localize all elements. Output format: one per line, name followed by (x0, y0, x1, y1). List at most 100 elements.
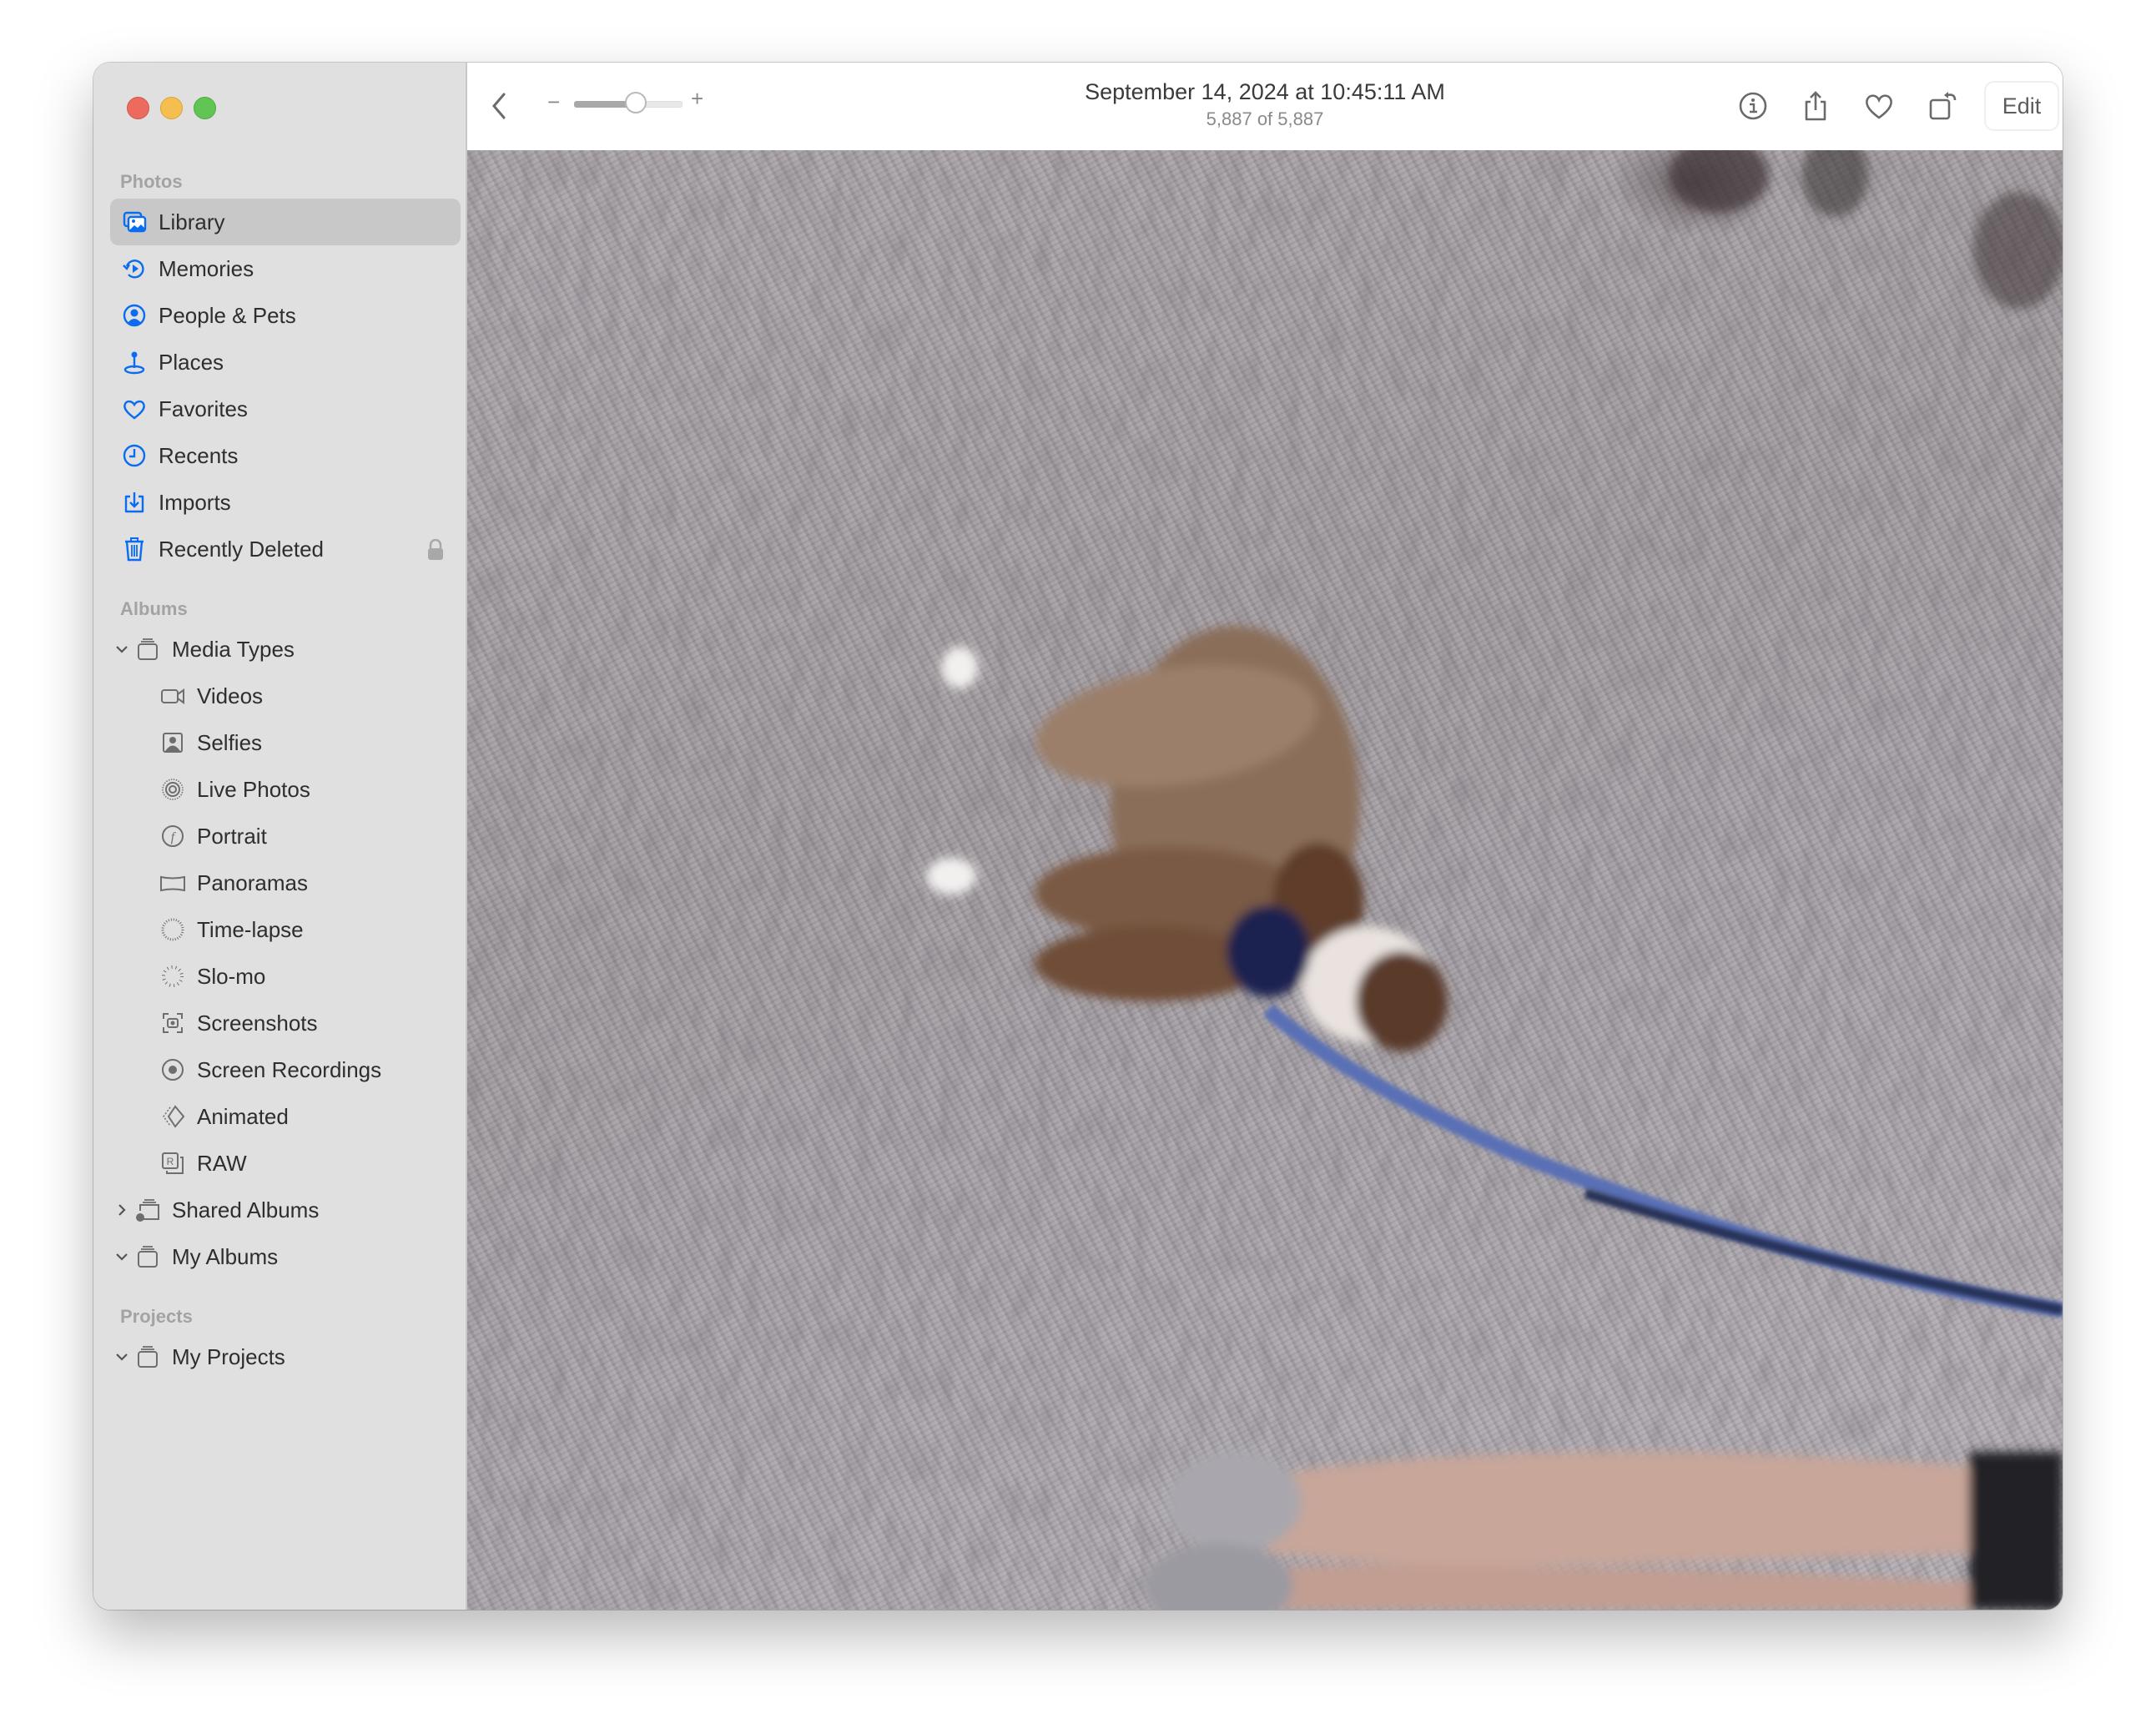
zoom-out-button[interactable]: − (547, 89, 560, 115)
sidebar-item-label: Places (159, 349, 224, 375)
info-icon (1739, 92, 1767, 120)
sidebar-item-label: Portrait (197, 823, 267, 849)
photo-viewer[interactable] (467, 150, 2063, 1610)
slomo-icon (159, 962, 187, 990)
chevron-left-icon (492, 93, 506, 119)
sidebar-item-my-projects[interactable]: My Projects (110, 1333, 451, 1380)
sidebar-item-label: Media Types (172, 636, 295, 662)
sidebar-item-shared-albums[interactable]: Shared Albums (110, 1187, 451, 1233)
sidebar-item-media-types[interactable]: Media Types (110, 626, 451, 673)
sidebar-item-label: Shared Albums (172, 1197, 320, 1222)
zoom-slider-thumb[interactable] (625, 92, 647, 113)
sidebar-item-animated[interactable]: Animated (110, 1093, 499, 1140)
sidebar-item-label: Animated (197, 1103, 289, 1129)
svg-text:f: f (171, 830, 177, 844)
sidebar-item-label: My Projects (172, 1343, 285, 1369)
portrait-f-icon: f (159, 822, 187, 850)
timelapse-icon (159, 915, 187, 944)
zoom-slider[interactable] (574, 92, 683, 113)
trash-icon (120, 535, 149, 563)
panorama-icon (159, 869, 187, 897)
memories-icon (120, 255, 149, 283)
person-legs (1143, 1452, 2063, 1610)
section-header-projects: Projects (120, 1306, 193, 1327)
info-button[interactable] (1735, 88, 1771, 124)
rotate-icon (1929, 92, 1957, 120)
sidebar-item-label: RAW (197, 1150, 247, 1176)
minimize-window-button[interactable] (160, 97, 183, 119)
sidebar-item-people-pets[interactable]: People & Pets (110, 292, 461, 339)
album-stack-icon (133, 1243, 162, 1271)
sidebar-item-label: Live Photos (197, 776, 310, 802)
video-camera-icon (159, 682, 187, 710)
sidebar-item-label: My Albums (172, 1243, 279, 1269)
animated-icon (159, 1102, 187, 1131)
rotate-button[interactable] (1925, 88, 1962, 124)
sidebar-item-label: Screen Recordings (197, 1056, 382, 1082)
heart-icon (120, 395, 149, 423)
share-icon (1805, 91, 1826, 121)
back-button[interactable] (486, 89, 512, 123)
people-icon (120, 301, 149, 330)
sidebar-item-time-lapse[interactable]: Time-lapse (110, 906, 499, 953)
chevron-down-icon[interactable] (110, 644, 133, 654)
lock-icon (427, 538, 444, 567)
zoom-in-button[interactable]: + (691, 86, 703, 112)
chevron-down-icon[interactable] (110, 1352, 133, 1362)
section-header-albums: Albums (120, 598, 188, 619)
sidebar-item-label: Memories (159, 255, 254, 281)
sidebar-item-slo-mo[interactable]: Slo-mo (110, 953, 499, 1000)
sidebar-item-places[interactable]: Places (110, 339, 461, 386)
sidebar-item-label: Slo-mo (197, 963, 266, 989)
sidebar-item-label: Favorites (159, 396, 248, 421)
album-stack-icon (133, 635, 162, 663)
sidebar-item-live-photos[interactable]: Live Photos (110, 766, 499, 813)
photo-image (467, 150, 2063, 1610)
sidebar-item-memories[interactable]: Memories (110, 245, 461, 292)
sidebar-item-imports[interactable]: Imports (110, 479, 461, 526)
sidebar-item-recents[interactable]: Recents (110, 432, 461, 479)
sidebar-item-label: Time-lapse (197, 916, 304, 942)
sidebar-item-recently-deleted[interactable]: Recently Deleted (110, 526, 461, 572)
sidebar-item-raw[interactable]: R RAW (110, 1140, 499, 1187)
clock-icon (120, 441, 149, 470)
sidebar-item-selfies[interactable]: Selfies (110, 719, 499, 766)
sidebar-item-panoramas[interactable]: Panoramas (110, 859, 499, 906)
sidebar-item-label: Selfies (197, 729, 263, 755)
sidebar: Photos Library Memories People & Pets Pl… (93, 63, 467, 1610)
album-stack-icon (133, 1343, 162, 1371)
sidebar-item-library[interactable]: Library (110, 199, 461, 245)
svg-text:R: R (167, 1156, 174, 1167)
photos-window: Photos Library Memories People & Pets Pl… (93, 63, 2063, 1610)
sidebar-item-my-albums[interactable]: My Albums (110, 1233, 451, 1280)
sidebar-item-label: Library (159, 209, 225, 234)
sidebar-item-label: Panoramas (197, 870, 308, 895)
sidebar-item-videos[interactable]: Videos (110, 673, 499, 719)
chevron-right-icon[interactable] (110, 1203, 133, 1217)
chevron-down-icon[interactable] (110, 1252, 133, 1262)
section-header-photos: Photos (120, 171, 183, 192)
sidebar-item-portrait[interactable]: f Portrait (110, 813, 499, 859)
raw-icon: R (159, 1149, 187, 1177)
close-window-button[interactable] (127, 97, 149, 119)
library-icon (120, 208, 149, 236)
sidebar-item-label: Videos (197, 683, 264, 708)
favorite-button[interactable] (1861, 88, 1897, 124)
heart-icon (1866, 94, 1892, 119)
sidebar-item-label: Imports (159, 489, 231, 515)
shared-album-icon (133, 1196, 162, 1224)
sidebar-item-screen-recordings[interactable]: Screen Recordings (110, 1046, 499, 1093)
sidebar-item-label: Recently Deleted (159, 536, 324, 562)
sidebar-item-favorites[interactable]: Favorites (110, 386, 461, 432)
live-photo-icon (159, 775, 187, 804)
toolbar: − + September 14, 2024 at 10:45:11 AM 5,… (467, 63, 2063, 151)
share-button[interactable] (1797, 88, 1834, 124)
sidebar-item-screenshots[interactable]: Screenshots (110, 1000, 499, 1046)
screen-recording-icon (159, 1056, 187, 1084)
import-icon (120, 488, 149, 517)
sidebar-item-label: People & Pets (159, 302, 296, 328)
edit-button[interactable]: Edit (1984, 81, 2059, 131)
places-pin-icon (120, 348, 149, 376)
selfie-icon (159, 728, 187, 757)
zoom-window-button[interactable] (194, 97, 216, 119)
